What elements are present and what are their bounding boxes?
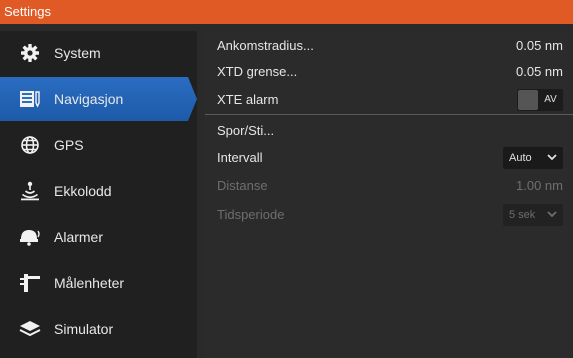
- xte-alarm-label: XTE alarm: [217, 92, 279, 107]
- sidebar-item-gps[interactable]: GPS: [0, 123, 197, 167]
- arrival-radius-label: Ankomstradius...: [217, 38, 314, 53]
- distance-label: Distanse: [217, 178, 268, 193]
- xte-alarm-row: XTE alarm AV: [205, 85, 565, 114]
- sidebar-item-alarmer[interactable]: Alarmer: [0, 215, 197, 259]
- alarm-bell-icon: [19, 226, 41, 248]
- chevron-down-icon: [547, 211, 557, 218]
- globe-icon: [19, 134, 41, 156]
- section-divider: [205, 114, 573, 115]
- xte-alarm-toggle[interactable]: AV: [517, 88, 563, 111]
- sidebar-item-navigasjon[interactable]: Navigasjon: [0, 77, 197, 121]
- toggle-state-label: AV: [544, 94, 557, 105]
- sidebar-item-label: Målenheter: [54, 275, 125, 291]
- settings-window: Settings System Navigasjon GPS Ekkolodd …: [0, 0, 573, 358]
- gear-icon: [19, 42, 41, 64]
- sidebar-item-simulator[interactable]: Simulator: [0, 307, 197, 351]
- layers-icon: [19, 318, 41, 340]
- xtd-limit-value: 0.05 nm: [516, 64, 563, 79]
- sidebar: System Navigasjon GPS Ekkolodd Alarmer M…: [0, 31, 197, 358]
- sidebar-item-malenheter[interactable]: Målenheter: [0, 261, 197, 305]
- time-period-row: Tidsperiode 5 sek: [205, 200, 565, 229]
- xtd-limit-row[interactable]: XTD grense... 0.05 nm: [205, 57, 565, 86]
- xtd-limit-label: XTD grense...: [217, 64, 298, 79]
- interval-value: Auto: [509, 151, 532, 164]
- time-period-label: Tidsperiode: [217, 207, 285, 222]
- sidebar-item-label: System: [54, 45, 101, 61]
- sidebar-item-ekkolodd[interactable]: Ekkolodd: [0, 169, 197, 213]
- ruler-icon: [19, 272, 41, 294]
- chart-book-icon: [19, 88, 41, 110]
- sidebar-item-label: Navigasjon: [54, 91, 124, 107]
- sidebar-item-system[interactable]: System: [0, 31, 197, 75]
- distance-value: 1.00 nm: [516, 178, 563, 193]
- arrival-radius-value: 0.05 nm: [516, 38, 563, 53]
- arrival-radius-row[interactable]: Ankomstradius... 0.05 nm: [205, 31, 565, 60]
- sidebar-item-label: Simulator: [54, 321, 114, 337]
- interval-row: Intervall Auto: [205, 143, 565, 172]
- chevron-down-icon: [547, 154, 557, 161]
- time-period-dropdown: 5 sek: [503, 203, 563, 226]
- interval-label: Intervall: [217, 150, 263, 165]
- distance-row: Distanse 1.00 nm: [205, 171, 565, 200]
- sidebar-item-label: Ekkolodd: [54, 183, 112, 199]
- interval-dropdown[interactable]: Auto: [503, 146, 563, 169]
- tracks-row[interactable]: Spor/Sti...: [205, 116, 565, 145]
- settings-panel: Ankomstradius... 0.05 nm XTD grense... 0…: [205, 31, 573, 358]
- sidebar-item-label: GPS: [54, 137, 84, 153]
- sonar-icon: [19, 180, 41, 202]
- toggle-knob: [518, 89, 538, 110]
- time-period-value: 5 sek: [509, 208, 536, 221]
- sidebar-item-label: Alarmer: [54, 229, 104, 245]
- window-title: Settings: [0, 0, 573, 24]
- tracks-label: Spor/Sti...: [217, 123, 275, 138]
